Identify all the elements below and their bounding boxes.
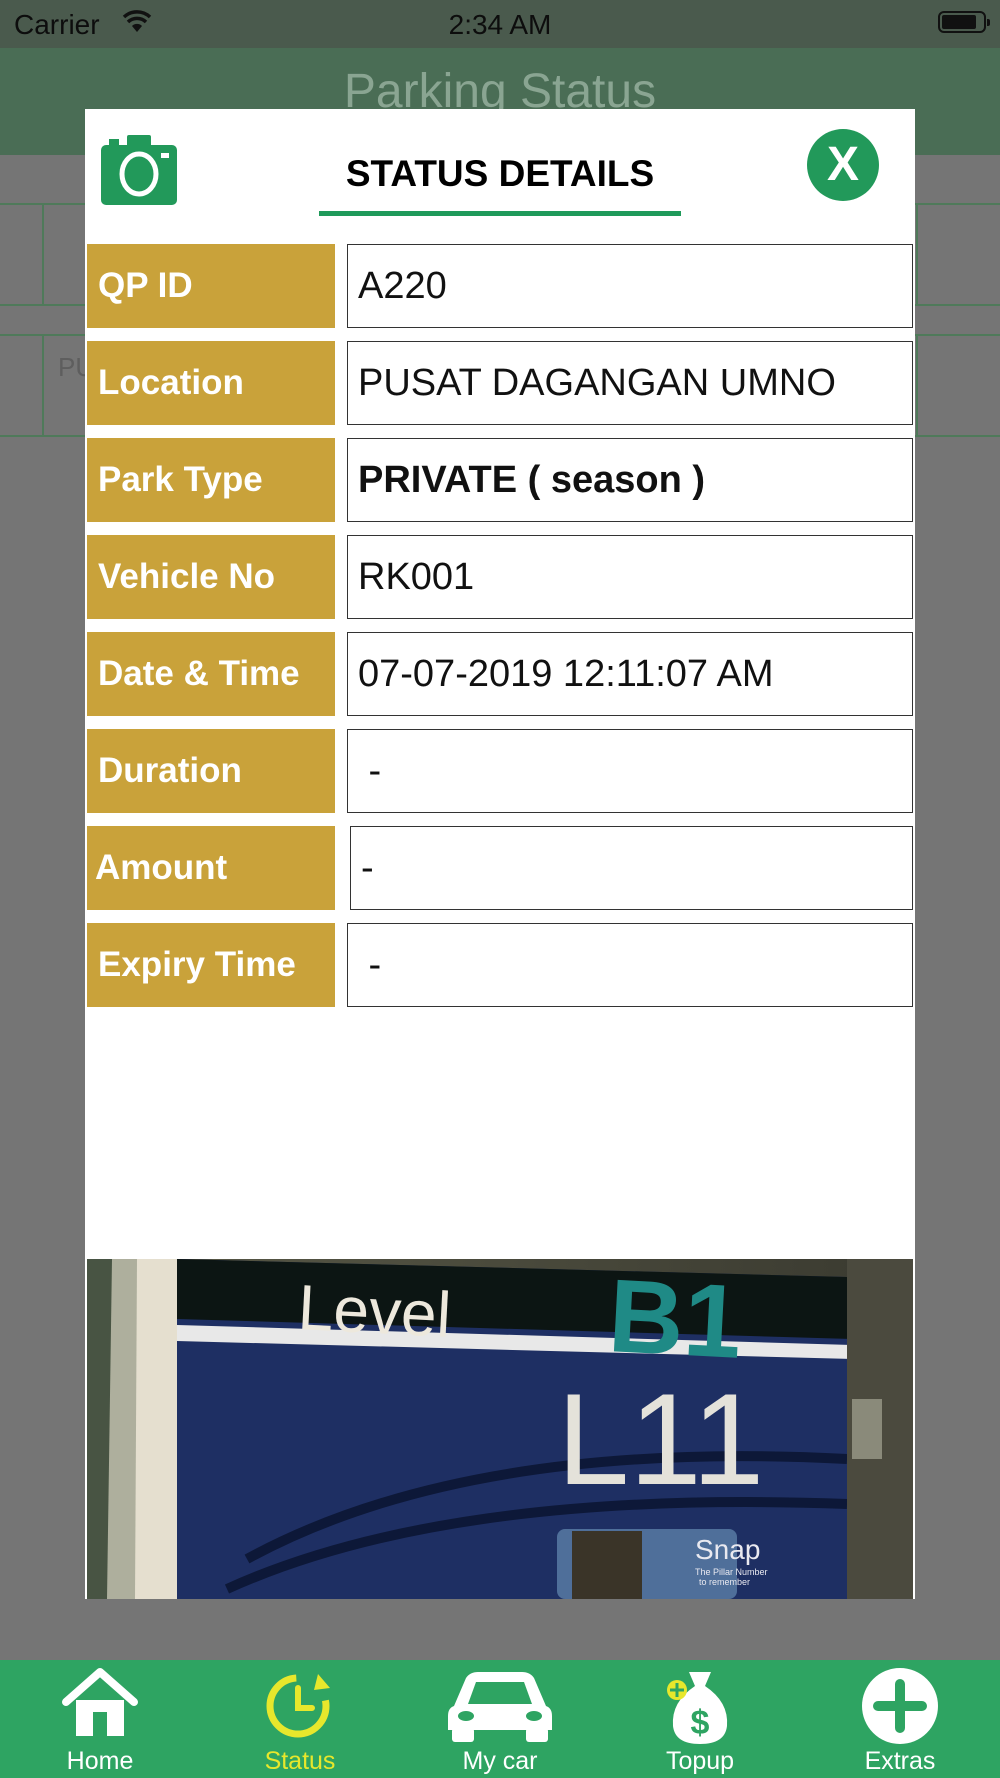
- detail-value: 07-07-2019 12:11:07 AM: [347, 632, 913, 716]
- detail-row-park-type: Park Type PRIVATE ( season ): [87, 438, 913, 522]
- detail-label: Location: [87, 341, 335, 425]
- clock: 2:34 AM: [448, 9, 552, 40]
- detail-label: Duration: [87, 729, 335, 813]
- detail-label: Expiry Time: [87, 923, 335, 1007]
- home-icon: [60, 1666, 140, 1743]
- detail-label: QP ID: [87, 244, 335, 328]
- sign-bay-text: L11: [557, 1366, 764, 1512]
- detail-value: -: [350, 826, 913, 910]
- detail-value: -: [347, 923, 913, 1007]
- svg-text:$: $: [691, 1704, 710, 1742]
- car-icon: [444, 1666, 556, 1749]
- sign-subtext: The Pillar Number: [695, 1567, 768, 1577]
- parking-photo: Level B1 L11 Snap The Pillar Number to r…: [87, 1259, 913, 1599]
- detail-value: RK001: [347, 535, 913, 619]
- detail-row-location: Location PUSAT DAGANGAN UMNO: [87, 341, 913, 425]
- tab-label: Topup: [665, 1747, 735, 1775]
- tab-home[interactable]: Home: [0, 1660, 200, 1778]
- detail-label: Park Type: [87, 438, 335, 522]
- status-bar: Carrier 2:34 AM: [0, 0, 1000, 48]
- detail-label: Vehicle No: [87, 535, 335, 619]
- detail-value: PUSAT DAGANGAN UMNO: [347, 341, 913, 425]
- detail-label: Date & Time: [87, 632, 335, 716]
- sign-subtext: to remember: [699, 1577, 750, 1587]
- detail-label: Amount: [87, 826, 335, 910]
- tab-label: Status: [264, 1747, 336, 1775]
- money-bag-icon: $: [665, 1666, 735, 1751]
- detail-row-date-time: Date & Time 07-07-2019 12:11:07 AM: [87, 632, 913, 716]
- tab-topup[interactable]: $ Topup: [600, 1660, 800, 1778]
- tab-label: Extras: [864, 1747, 936, 1775]
- battery-icon: [938, 11, 990, 33]
- detail-row-duration: Duration -: [87, 729, 913, 813]
- tab-extras[interactable]: Extras: [800, 1660, 1000, 1778]
- tab-status[interactable]: Status: [200, 1660, 400, 1778]
- detail-value: -: [347, 729, 913, 813]
- clock-icon: [260, 1666, 340, 1747]
- sign-level-text: Level: [296, 1271, 453, 1351]
- sign-code-text: B1: [606, 1259, 745, 1381]
- tab-bar: Home Status My car $ Topup Extras: [0, 1660, 1000, 1778]
- tab-label: My car: [462, 1747, 538, 1775]
- detail-row-expiry-time: Expiry Time -: [87, 923, 913, 1007]
- detail-value: A220: [347, 244, 913, 328]
- close-button[interactable]: X: [807, 129, 879, 201]
- tab-label: Home: [66, 1747, 134, 1775]
- sign-brand-text: Snap: [695, 1534, 760, 1565]
- camera-icon[interactable]: [99, 129, 179, 209]
- plus-icon: [860, 1666, 940, 1751]
- detail-row-vehicle-no: Vehicle No RK001: [87, 535, 913, 619]
- status-details-modal: STATUS DETAILS X QP ID A220 Location PUS…: [85, 109, 915, 1599]
- detail-row-amount: Amount -: [87, 826, 913, 910]
- modal-title: STATUS DETAILS: [345, 153, 655, 194]
- title-underline: [319, 211, 681, 216]
- detail-row-qp-id: QP ID A220: [87, 244, 913, 328]
- tab-my-car[interactable]: My car: [400, 1660, 600, 1778]
- detail-value: PRIVATE ( season ): [347, 438, 913, 522]
